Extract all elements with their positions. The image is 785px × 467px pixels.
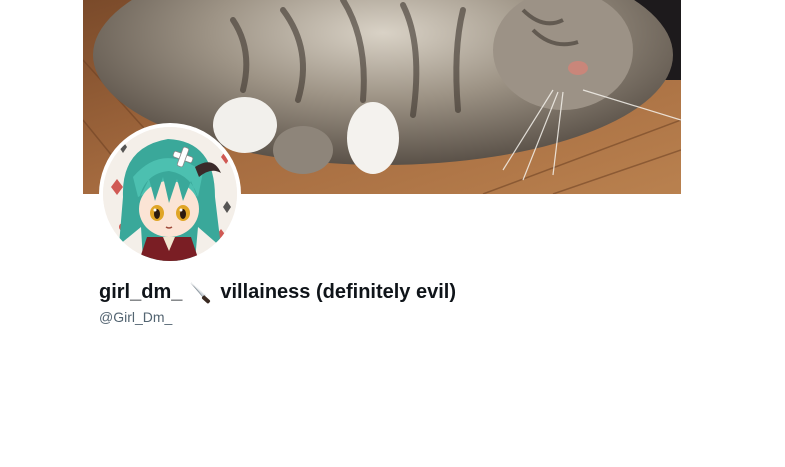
profile-handle: @Girl_Dm_ — [99, 309, 173, 325]
profile-display-name: girl_dm_ villainess (definitely evil) — [99, 280, 456, 304]
profile-avatar[interactable] — [99, 123, 241, 265]
display-name-suffix: villainess (definitely evil) — [220, 280, 457, 303]
kitchen-knife-icon — [188, 280, 214, 304]
display-name-text: girl_dm_ — [99, 280, 183, 303]
profile-page: girl_dm_ villainess (definitely evil) @G… — [0, 0, 785, 467]
avatar-image — [103, 127, 237, 261]
